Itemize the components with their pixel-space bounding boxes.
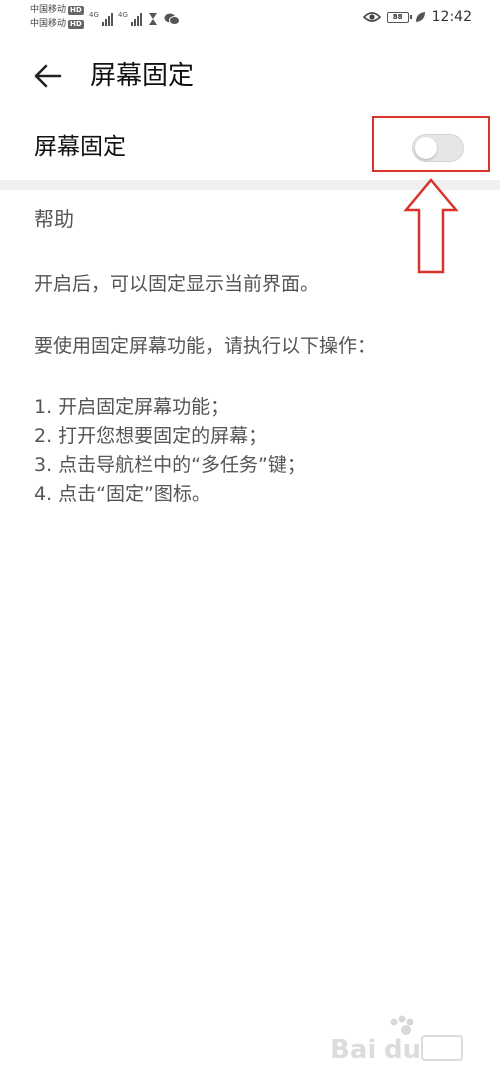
leaf-icon <box>415 12 425 22</box>
wechat-icon <box>164 13 180 25</box>
signal-icon: 4G <box>118 11 142 26</box>
page-title: 屏幕固定 <box>90 61 195 91</box>
annotation-highlight-box <box>372 116 490 172</box>
annotation-up-arrow-icon <box>403 178 459 274</box>
hd-badge-1: HD <box>68 5 84 15</box>
help-title: 帮助 <box>34 207 74 231</box>
carrier-name-1: 中国移动 <box>30 5 67 15</box>
setting-label: 屏幕固定 <box>34 134 126 160</box>
help-step: 1. 开启固定屏幕功能； <box>34 396 230 418</box>
app-bar: 屏幕固定 <box>0 48 500 104</box>
network-type-2: 4G <box>118 11 128 19</box>
help-step: 2. 打开您想要固定的屏幕； <box>34 425 268 447</box>
help-step: 4. 点击“固定”图标。 <box>34 483 211 505</box>
signal-group: 4G 4G <box>89 8 180 26</box>
back-arrow-icon <box>34 64 62 88</box>
back-button[interactable] <box>30 58 66 94</box>
status-right: 88 12:42 <box>362 9 472 25</box>
baidu-watermark-logo: Bai du <box>330 1015 463 1065</box>
help-paragraph-1: 开启后，可以固定显示当前界面。 <box>34 273 320 295</box>
help-steps-list: 1. 开启固定屏幕功能； 2. 打开您想要固定的屏幕； 3. 点击导航栏中的“多… <box>34 393 474 509</box>
svg-text:du: du <box>384 1035 421 1065</box>
signal-icon: 4G <box>89 11 113 26</box>
carrier-info: 中国移动 HD 中国移动 HD <box>30 3 84 31</box>
status-bar: 中国移动 HD 中国移动 HD 4G 4G 88 12:42 <box>0 0 500 36</box>
help-paragraph-2: 要使用固定屏幕功能，请执行以下操作： <box>34 335 377 357</box>
network-type-1: 4G <box>89 11 99 19</box>
hourglass-icon <box>149 13 157 25</box>
help-step: 3. 点击导航栏中的“多任务”键； <box>34 454 306 476</box>
carrier-name-2: 中国移动 <box>30 19 67 29</box>
svg-text:Bai: Bai <box>330 1035 376 1065</box>
clock-time: 12:42 <box>431 9 472 25</box>
hd-badge-2: HD <box>68 19 84 29</box>
battery-icon: 88 <box>386 11 412 23</box>
eye-icon <box>362 12 381 22</box>
